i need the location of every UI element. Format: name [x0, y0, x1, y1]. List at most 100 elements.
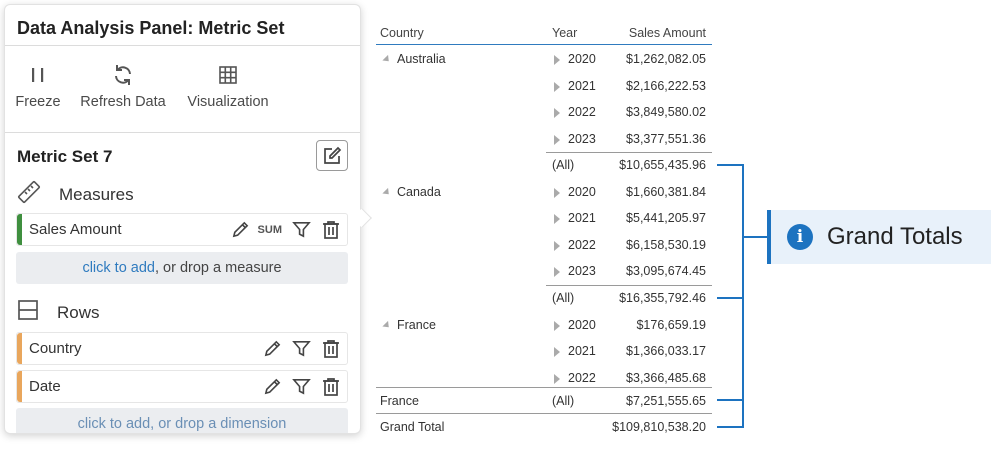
row-color-bar — [17, 333, 22, 364]
table-row[interactable]: 2021 — [554, 344, 596, 358]
visualization-button[interactable]: Visualization — [185, 62, 271, 110]
bracket-tick — [717, 399, 744, 401]
year-cell: 2020 — [568, 318, 596, 332]
frozen-row-divider — [376, 387, 712, 388]
edit-row-pencil-icon[interactable] — [263, 377, 282, 396]
table-row[interactable]: 2023 — [554, 132, 596, 146]
expand-icon[interactable] — [554, 81, 560, 92]
refresh-icon — [78, 62, 168, 88]
edit-icon — [324, 146, 342, 164]
rows-label: Rows — [57, 302, 100, 322]
rows-dropzone[interactable]: click to add, or drop a dimension — [16, 408, 348, 433]
column-header-sales-amount[interactable]: Sales Amount — [606, 26, 706, 40]
expand-icon[interactable] — [554, 213, 560, 224]
year-cell: 2022 — [568, 105, 596, 119]
expand-icon[interactable] — [554, 187, 560, 198]
grand-total-value: $109,810,538.20 — [612, 420, 706, 434]
ruler-icon — [17, 180, 41, 209]
bracket-spine — [742, 164, 744, 428]
row-item-country[interactable]: Country — [16, 332, 348, 365]
column-header-country[interactable]: Country — [380, 26, 424, 40]
click-to-add-link[interactable]: click to add — [82, 260, 155, 276]
year-cell: 2021 — [568, 79, 596, 93]
filter-icon[interactable] — [292, 339, 311, 358]
subtotal-value: $16,355,792.46 — [619, 291, 706, 305]
year-cell: 2022 — [568, 371, 596, 385]
sales-cell: $1,366,033.17 — [626, 344, 706, 358]
grand-total-label: Grand Total — [380, 420, 445, 434]
table-row[interactable]: 2023 — [554, 264, 596, 278]
callout-text: Grand Totals — [827, 223, 963, 250]
measures-dropzone[interactable]: click to add, or drop a measure — [16, 252, 348, 284]
delete-trash-icon[interactable] — [321, 339, 341, 359]
expand-icon[interactable] — [554, 373, 560, 384]
collapse-icon[interactable] — [382, 321, 392, 331]
expand-icon[interactable] — [554, 320, 560, 331]
year-cell: 2023 — [568, 264, 596, 278]
year-cell: 2020 — [568, 185, 596, 199]
sales-cell: $3,366,485.68 — [626, 371, 706, 385]
bracket-tick — [717, 164, 744, 166]
sales-cell: $6,158,530.19 — [626, 238, 706, 252]
expand-icon[interactable] — [554, 240, 560, 251]
collapse-icon[interactable] — [382, 188, 392, 198]
table-row[interactable]: 2020 — [554, 185, 596, 199]
country-label: France — [397, 318, 436, 332]
year-cell: 2022 — [568, 238, 596, 252]
year-cell: 2023 — [568, 132, 596, 146]
frozen-total-country: France — [380, 394, 419, 408]
sales-cell: $2,166,222.53 — [626, 79, 706, 93]
expand-icon[interactable] — [554, 266, 560, 277]
table-row[interactable]: 2022 — [554, 105, 596, 119]
frozen-total-value: $7,251,555.65 — [626, 394, 706, 408]
table-row[interactable]: 2022 — [554, 238, 596, 252]
country-label: Canada — [397, 185, 441, 199]
sales-cell: $5,441,205.97 — [626, 211, 706, 225]
refresh-data-label: Refresh Data — [80, 94, 166, 110]
subtotal-divider — [546, 152, 712, 153]
table-row[interactable]: 2020 — [554, 318, 596, 332]
subtotal-value: $10,655,435.96 — [619, 158, 706, 172]
refresh-data-button[interactable]: Refresh Data — [78, 62, 168, 110]
expand-icon[interactable] — [554, 107, 560, 118]
expand-icon[interactable] — [554, 346, 560, 357]
bracket-connector — [742, 236, 768, 238]
freeze-label: Freeze — [15, 94, 61, 110]
table-row[interactable]: 2021 — [554, 79, 596, 93]
measure-item-sales-amount[interactable]: Sales Amount SUM — [16, 213, 348, 246]
bracket-tick — [717, 426, 744, 428]
year-cell: 2020 — [568, 52, 596, 66]
country-group-canada[interactable]: Canada — [382, 185, 441, 199]
table-row[interactable]: 2021 — [554, 211, 596, 225]
sales-cell: $3,095,674.45 — [626, 264, 706, 278]
aggregation-badge[interactable]: SUM — [258, 224, 282, 236]
filter-icon[interactable] — [292, 220, 311, 239]
row-label: Country — [29, 340, 82, 357]
sales-cell: $1,262,082.05 — [626, 52, 706, 66]
expand-icon[interactable] — [554, 54, 560, 65]
country-group-france[interactable]: France — [382, 318, 436, 332]
subtotal-label: (All) — [552, 291, 575, 305]
year-cell: 2021 — [568, 344, 596, 358]
delete-trash-icon[interactable] — [321, 220, 341, 240]
sales-cell: $176,659.19 — [636, 318, 706, 332]
freeze-button[interactable]: Freeze — [14, 62, 62, 110]
collapse-icon[interactable] — [382, 55, 392, 65]
edit-measure-pencil-icon[interactable] — [231, 220, 250, 239]
dropzone-text: , or drop a measure — [155, 260, 282, 276]
measures-section-header: Measures — [17, 180, 134, 209]
column-header-year[interactable]: Year — [552, 26, 577, 40]
table-row[interactable]: 2022 — [554, 371, 596, 385]
delete-trash-icon[interactable] — [321, 377, 341, 397]
edit-metric-set-button[interactable] — [316, 140, 348, 171]
frozen-total-label: (All) — [552, 394, 575, 408]
row-item-date[interactable]: Date — [16, 370, 348, 403]
edit-row-pencil-icon[interactable] — [263, 339, 282, 358]
row-color-bar — [17, 371, 22, 402]
country-group-australia[interactable]: Australia — [382, 52, 446, 66]
table-row[interactable]: 2020 — [554, 52, 596, 66]
expand-icon[interactable] — [554, 134, 560, 145]
sales-cell: $3,849,580.02 — [626, 105, 706, 119]
filter-icon[interactable] — [292, 377, 311, 396]
grand-total-divider — [376, 413, 712, 414]
